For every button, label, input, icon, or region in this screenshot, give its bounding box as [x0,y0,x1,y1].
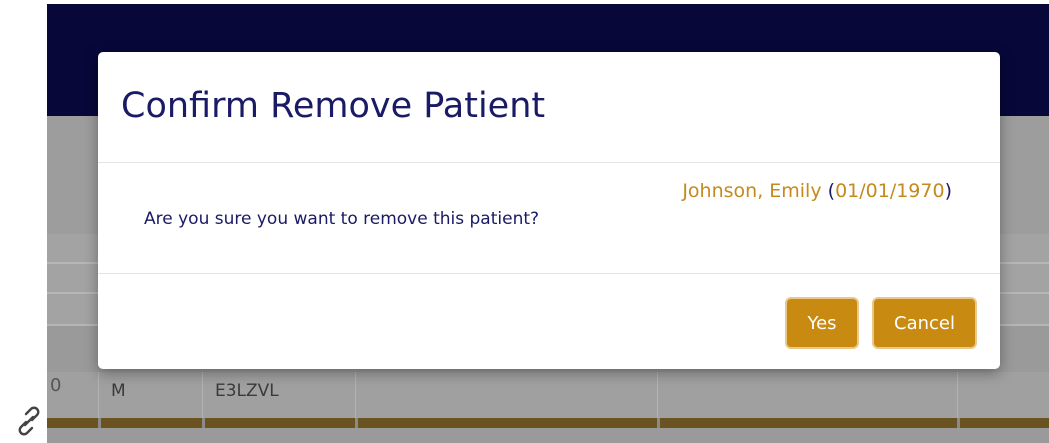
table-cell [957,372,1049,418]
table-cell-gender: M [98,372,202,418]
cancel-button[interactable]: Cancel [874,299,975,347]
table-cell [657,372,957,418]
patient-identifier: Johnson, Emily (01/01/1970) [682,180,952,202]
yes-button[interactable]: Yes [787,299,857,347]
table-cell [355,372,657,418]
patient-name: Johnson, Emily [682,180,822,202]
close-paren: ) [944,180,952,202]
dialog-header: Confirm Remove Patient [98,52,1000,163]
table-row-highlight [47,418,1049,428]
link-icon[interactable] [14,406,44,436]
open-paren: ( [827,180,836,202]
truncated-cell-text: 0 [50,375,62,396]
confirm-message: Are you sure you want to remove this pat… [144,209,540,229]
dialog-footer: Yes Cancel [98,274,1000,369]
patient-dob: 01/01/1970 [835,180,945,202]
table-row[interactable]: M E3LZVL [47,372,1049,418]
dialog-title: Confirm Remove Patient [121,86,546,126]
confirm-remove-dialog: Confirm Remove Patient Johnson, Emily (0… [98,52,1000,369]
table-cell-code: E3LZVL [202,372,355,418]
dialog-body: Johnson, Emily (01/01/1970) Are you sure… [98,163,1000,274]
